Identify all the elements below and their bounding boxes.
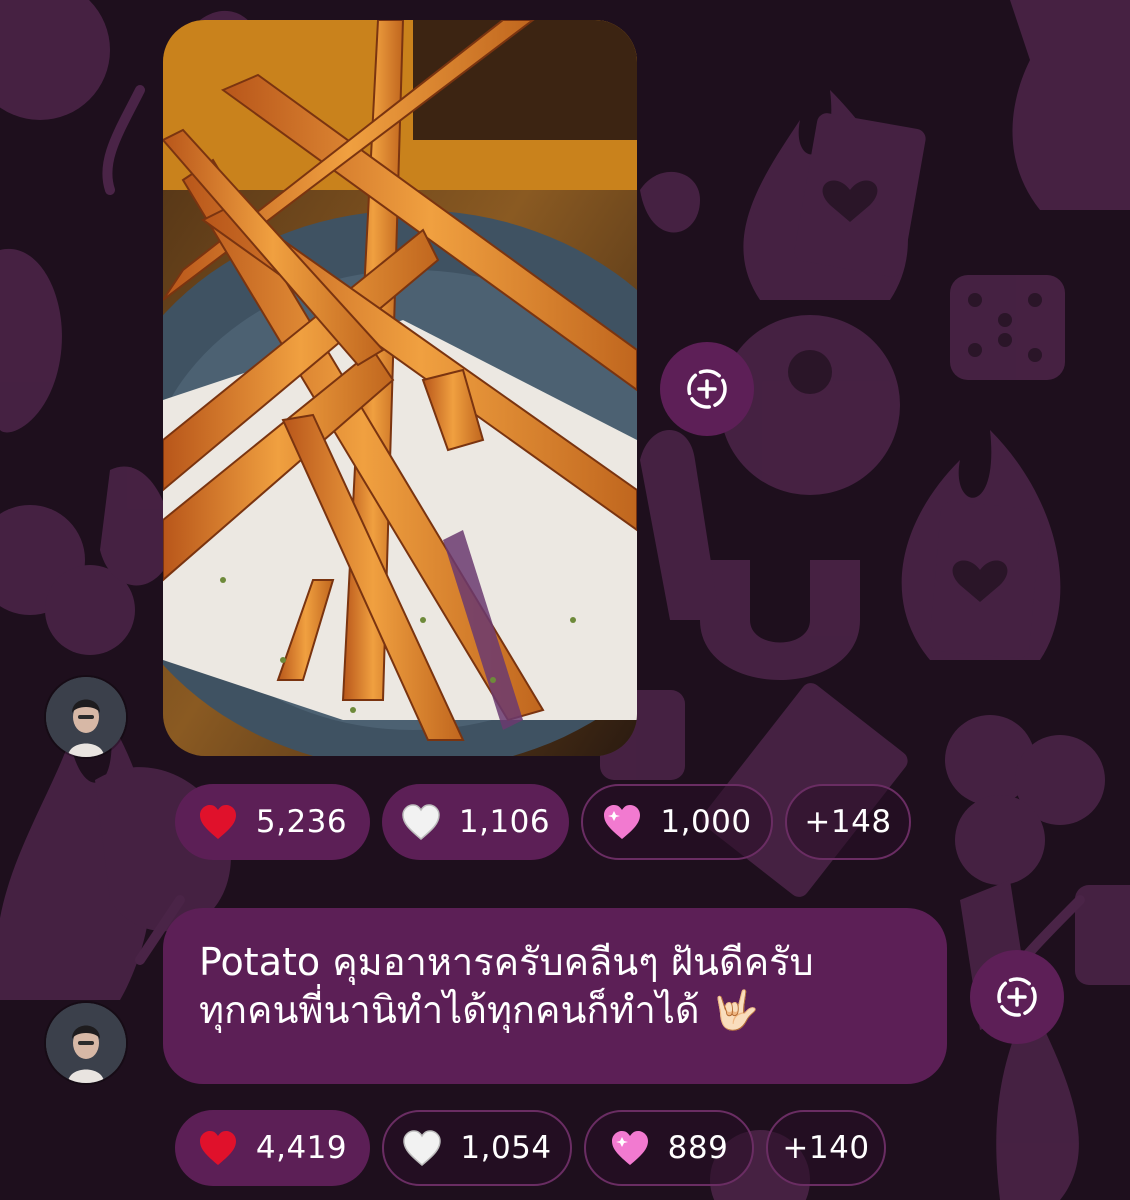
avatar-portrait-icon: [46, 677, 126, 757]
reaction-more[interactable]: +140: [766, 1110, 886, 1186]
sparkling-heart-icon: [602, 803, 642, 841]
sparkling-heart-icon: [610, 1129, 650, 1167]
reaction-count: 5,236: [255, 804, 348, 840]
red-heart-icon: [198, 803, 238, 841]
reaction-bar: 4,419 1,054 889 +140: [175, 1110, 886, 1186]
love-you-gesture-icon: 🤟🏻: [711, 988, 760, 1032]
avatar-portrait-icon: [46, 1003, 126, 1083]
reaction-count: 1,106: [458, 804, 551, 840]
sender-avatar[interactable]: [46, 677, 126, 757]
forward-button[interactable]: [970, 950, 1064, 1044]
white-heart-icon: [401, 803, 441, 841]
reaction-red-heart[interactable]: 5,236: [175, 784, 370, 860]
reaction-count: 889: [667, 1130, 729, 1166]
photo-message[interactable]: [163, 20, 637, 756]
forward-plus-icon: [687, 369, 727, 409]
forward-button[interactable]: [660, 342, 754, 436]
forward-plus-icon: [997, 977, 1037, 1017]
message-text-line-1: Potato คุมอาหารครับคลีนๆ ฝันดีครับ: [199, 940, 814, 984]
reaction-more[interactable]: +148: [785, 784, 911, 860]
reaction-count: 4,419: [255, 1130, 348, 1166]
reaction-white-heart[interactable]: 1,054: [382, 1110, 572, 1186]
reaction-white-heart[interactable]: 1,106: [382, 784, 569, 860]
reaction-more-count: +140: [782, 1130, 870, 1166]
red-heart-icon: [198, 1129, 238, 1167]
text-message[interactable]: Potato คุมอาหารครับคลีนๆ ฝันดีครับ ทุกคน…: [163, 908, 947, 1084]
white-heart-icon: [402, 1129, 442, 1167]
reaction-red-heart[interactable]: 4,419: [175, 1110, 370, 1186]
message-text-line-2-text: ทุกคนพี่นานิทำได้ทุกคนก็ทำได้: [199, 988, 700, 1032]
reaction-count: 1,000: [660, 804, 752, 840]
reaction-more-count: +148: [804, 804, 892, 840]
sweet-potato-fries-photo: [163, 20, 637, 756]
reaction-sparkling-heart[interactable]: 889: [584, 1110, 754, 1186]
message-text-line-2: ทุกคนพี่นานิทำได้ทุกคนก็ทำได้ 🤟🏻: [199, 986, 911, 1034]
reaction-count: 1,054: [460, 1130, 552, 1166]
reaction-bar: 5,236 1,106 1,000 +148: [175, 784, 911, 860]
sender-avatar[interactable]: [46, 1003, 126, 1083]
reaction-sparkling-heart[interactable]: 1,000: [581, 784, 773, 860]
